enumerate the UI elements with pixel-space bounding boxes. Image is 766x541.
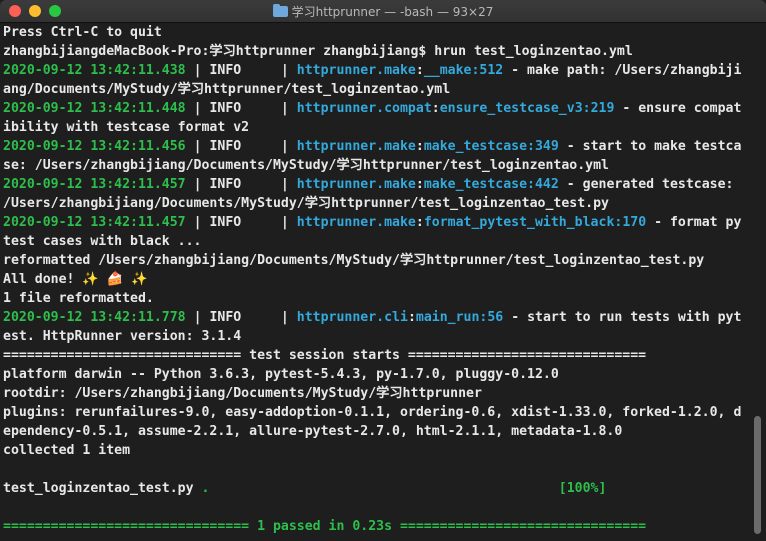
folder-icon [272,4,288,17]
log-level: | INFO | [185,215,297,230]
test-padding [209,481,558,496]
log-colon: : [415,139,424,154]
test-progress: [100%] [558,481,607,496]
log-colon: : [415,63,424,78]
terminal-line: test cases with black ... [3,234,202,249]
log-line: 2020-09-12 13:42:11.457 | INFO | httprun… [3,213,748,232]
log-line-number: :442 [527,177,559,192]
terminal-line: ependency-0.5.1, assume-2.2.1, allure-py… [3,424,623,439]
log-function: make_testcase [423,139,528,154]
log-timestamp: 2020-09-12 13:42:11.457 [3,177,186,192]
log-level: | INFO | [185,310,297,325]
test-result-line: test_loginzentao_test.py . [100%] [3,479,748,498]
log-timestamp: 2020-09-12 13:42:11.448 [3,101,186,116]
log-line: 2020-09-12 13:42:11.456 | INFO | httprun… [3,137,748,156]
log-message: - format py [646,215,742,230]
log-module: httprunner.make [296,215,416,230]
terminal-line: est. HttpRunner version: 3.1.4 [3,329,242,344]
scrollbar[interactable] [754,416,761,534]
log-module: httprunner.make [296,139,416,154]
log-level: | INFO | [185,63,297,78]
window-title-text: 学习httprunner — -bash — 93×27 [291,5,494,19]
log-line-number: :56 [479,310,504,325]
log-function: format_pytest_with_black [423,215,615,230]
log-line: 2020-09-12 13:42:11.448 | INFO | httprun… [3,99,748,118]
log-function: make_testcase [423,177,528,192]
terminal-line: plugins: rerunfailures-9.0, easy-addopti… [3,405,742,420]
log-colon: : [431,101,440,116]
session-header: ============================== test sess… [3,348,647,363]
log-timestamp: 2020-09-12 13:42:11.438 [3,63,186,78]
log-module: httprunner.make [296,177,416,192]
log-module: httprunner.make [296,63,416,78]
log-line-number: :349 [527,139,559,154]
terminal-line: All done! ✨ 🍰 ✨ [3,272,148,287]
log-colon: : [415,177,424,192]
log-message: - make path: /Users/zhangbiji [503,63,742,78]
window-title: 学习httprunner — -bash — 93×27 [0,3,766,20]
log-timestamp: 2020-09-12 13:42:11.778 [3,310,186,325]
terminal-line: 1 file reformatted. [3,291,154,306]
log-message: - start to run tests with pyt [503,310,742,325]
terminal-line: reformatted /Users/zhangbijiang/Document… [3,253,705,268]
log-module: httprunner.compat [296,101,432,116]
test-file: test_loginzentao_test.py [3,481,202,496]
command-line: zhangbijiangdeMacBook-Pro:学习httprunner z… [3,44,633,59]
log-line-number: :512 [471,63,504,78]
terminal-output[interactable]: Press Ctrl-C to quit zhangbijiangdeMacBo… [3,23,748,541]
log-message: - generated testcase: [558,177,742,192]
log-module: httprunner.cli [296,310,408,325]
log-line-number: :170 [614,215,647,230]
log-line: 2020-09-12 13:42:11.438 | INFO | httprun… [3,61,748,80]
log-colon: : [407,310,416,325]
log-message: - ensure compat [614,101,742,116]
terminal-line: ibility with testcase format v2 [3,120,250,135]
log-message: - start to make testca [558,139,742,154]
log-level: | INFO | [185,177,297,192]
log-level: | INFO | [185,139,297,154]
terminal-window: 学习httprunner — -bash — 93×27 Press Ctrl-… [0,0,766,541]
log-line: 2020-09-12 13:42:11.778 | INFO | httprun… [3,308,748,327]
title-bar[interactable]: 学习httprunner — -bash — 93×27 [0,0,766,23]
log-timestamp: 2020-09-12 13:42:11.456 [3,139,186,154]
log-function: main_run [415,310,480,325]
log-function: __make [423,63,472,78]
log-level: | INFO | [185,101,297,116]
terminal-line: /Users/zhangbijiang/Documents/MyStudy/学习… [3,196,609,211]
log-timestamp: 2020-09-12 13:42:11.457 [3,215,186,230]
passed-summary: =============================== 1 passed… [3,519,647,534]
terminal-line: rootdir: /Users/zhangbijiang/Documents/M… [3,386,482,401]
terminal-line: Press Ctrl-C to quit [3,25,162,40]
terminal-line: ang/Documents/MyStudy/学习httprunner/test_… [3,82,451,97]
log-function: ensure_testcase_v3 [439,101,583,116]
log-line: 2020-09-12 13:42:11.457 | INFO | httprun… [3,175,748,194]
log-line-number: :219 [582,101,615,116]
terminal-line: platform darwin -- Python 3.6.3, pytest-… [3,367,559,382]
terminal-line: collected 1 item [3,443,131,458]
terminal-line: se: /Users/zhangbijiang/Documents/MyStud… [3,158,609,173]
log-colon: : [415,215,424,230]
